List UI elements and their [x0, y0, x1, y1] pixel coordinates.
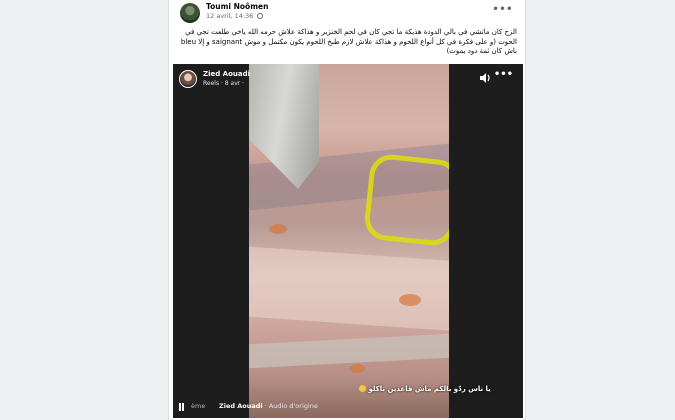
reel-bottom-author: Zied Aouadi — [219, 402, 263, 410]
grimace-emoji-icon — [359, 385, 366, 392]
author-avatar[interactable] — [180, 3, 200, 23]
reel-author-name[interactable]: Zied Aouadi — [203, 70, 250, 78]
globe-icon — [257, 13, 264, 19]
reel-author-avatar[interactable] — [179, 70, 197, 88]
reel-audio-info[interactable]: Zied Aouadi · Audio d'origine — [219, 402, 318, 410]
pause-icon[interactable] — [179, 403, 181, 411]
reel-caption-text: يا ناس ردّو بالكم ماش قاعدين تاكلو — [368, 385, 491, 393]
post-card: Toumi Noômen 12 avril, 14:36 ••• الزح كا… — [168, 0, 526, 420]
post-date[interactable]: 12 avril, 14:36 — [206, 12, 253, 20]
reel-bottom-bar: ème Zied Aouadi · Audio d'origine — [173, 398, 523, 418]
post-more-button[interactable]: ••• — [492, 4, 513, 15]
volume-icon[interactable] — [479, 72, 491, 84]
frame-spot — [269, 224, 287, 234]
reel-meta: Reels · 8 avr · — [203, 80, 245, 87]
video-frame — [249, 64, 449, 418]
frame-layer — [249, 245, 449, 333]
post-header: Toumi Noômen 12 avril, 14:36 ••• — [169, 0, 525, 26]
frame-spot — [349, 364, 365, 373]
post-meta: 12 avril, 14:36 — [206, 12, 264, 20]
reel-caption: يا ناس ردّو بالكم ماش قاعدين تاكلو — [359, 385, 491, 393]
post-text: الزح كان ماتشي في بالي الدودة هذيكة ما ت… — [180, 28, 517, 56]
reel-video[interactable]: Zied Aouadi Reels · 8 avr · ••• يا ناس ر… — [173, 64, 523, 418]
frame-layer — [249, 333, 449, 369]
reel-audio-label: · Audio d'origine — [262, 402, 318, 410]
frame-spot — [399, 294, 421, 306]
reel-bottom-label: ème — [191, 402, 206, 410]
post-author-name[interactable]: Toumi Noômen — [206, 2, 268, 11]
reel-more-button[interactable]: ••• — [494, 69, 513, 80]
highlight-ring — [362, 152, 449, 248]
